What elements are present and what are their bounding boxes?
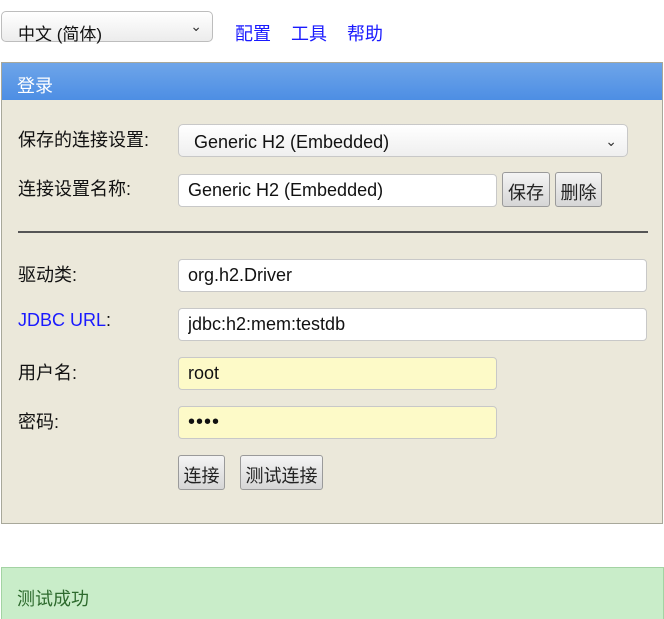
tools-link[interactable]: 工具 bbox=[291, 20, 327, 46]
saved-settings-label: 保存的连接设置: bbox=[18, 130, 150, 150]
login-panel: 登录 保存的连接设置: Generic H2 (Embedded) ⌄ 连接设置… bbox=[1, 62, 663, 524]
jdbc-url-label: JDBC URL: bbox=[18, 310, 111, 331]
login-header: 登录 bbox=[2, 63, 662, 100]
jdbc-url-input[interactable] bbox=[178, 308, 647, 341]
chevron-down-icon: ⌄ bbox=[190, 18, 202, 34]
driver-class-label: 驱动类: bbox=[18, 265, 78, 285]
settings-link[interactable]: 配置 bbox=[235, 20, 271, 46]
driver-class-input[interactable] bbox=[178, 259, 647, 292]
jdbc-url-help-link[interactable]: JDBC URL bbox=[18, 310, 106, 330]
username-input[interactable] bbox=[178, 357, 497, 390]
delete-button[interactable]: 删除 bbox=[555, 172, 602, 207]
password-label: 密码: bbox=[18, 412, 60, 432]
save-button[interactable]: 保存 bbox=[502, 172, 550, 207]
setting-name-label: 连接设置名称: bbox=[18, 179, 132, 199]
password-input[interactable] bbox=[178, 406, 497, 439]
help-link[interactable]: 帮助 bbox=[347, 20, 383, 46]
jdbc-url-colon: : bbox=[106, 310, 112, 330]
saved-settings-select[interactable]: Generic H2 (Embedded) ⌄ bbox=[178, 124, 628, 157]
setting-name-input[interactable] bbox=[178, 174, 497, 207]
divider bbox=[18, 231, 648, 233]
language-select[interactable]: 中文 (简体) ⌄ bbox=[1, 11, 213, 44]
connect-button[interactable]: 连接 bbox=[178, 455, 225, 490]
test-connection-button[interactable]: 测试连接 bbox=[240, 455, 323, 490]
saved-settings-value: Generic H2 (Embedded) bbox=[194, 132, 390, 152]
username-label: 用户名: bbox=[18, 363, 78, 383]
top-bar: 中文 (简体) ⌄ 配置 工具 帮助 bbox=[0, 10, 664, 44]
chevron-down-icon: ⌄ bbox=[605, 133, 617, 149]
language-select-value: 中文 (简体) bbox=[18, 25, 103, 44]
status-message: 测试成功 bbox=[1, 567, 664, 619]
